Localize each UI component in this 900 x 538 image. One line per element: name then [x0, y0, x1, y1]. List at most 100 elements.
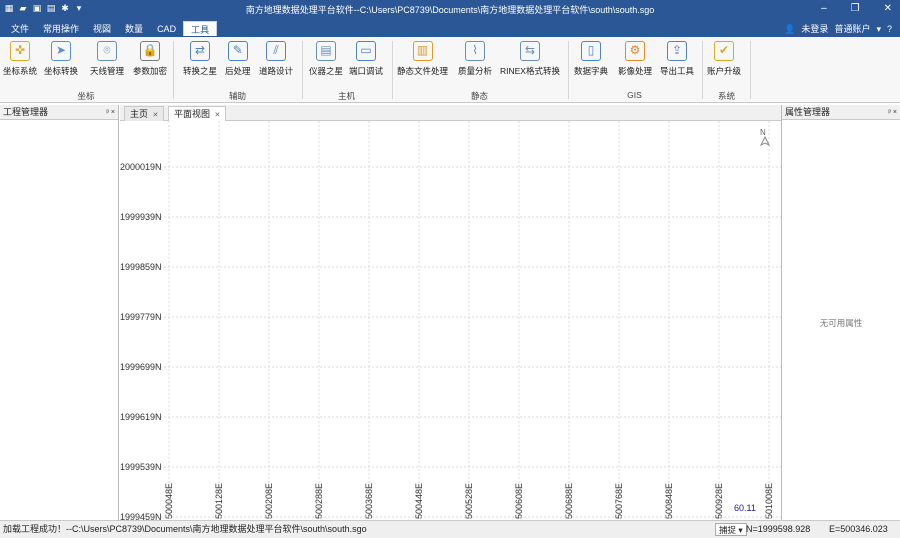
account-type[interactable]: 普通账户	[834, 23, 870, 35]
close-button[interactable]: ✕	[884, 1, 892, 17]
panel-pin-close-icon[interactable]: ᵖ ×	[888, 105, 897, 120]
property-manager-header: 属性管理器 ᵖ ×	[782, 105, 900, 120]
ribbon-group-label: 辅助	[228, 91, 246, 101]
x-axis-label: 500848E	[664, 483, 674, 519]
project-manager-title: 工程管理器	[3, 107, 49, 117]
east-coordinate: E=500346.023	[829, 524, 888, 534]
y-axis-label: 2000019N	[120, 162, 162, 172]
menu-item-0[interactable]: 文件	[4, 23, 36, 36]
account-dropdown-icon[interactable]: ▾	[876, 23, 881, 35]
ribbon-tool-icon: ▤	[316, 41, 336, 61]
x-axis-label: 500368E	[364, 483, 374, 519]
x-axis-label: 500128E	[214, 483, 224, 519]
y-axis-label: 1999539N	[120, 462, 162, 472]
ribbon-tool-icon: ✜	[10, 41, 30, 61]
menu-item-5[interactable]: 工具	[183, 21, 218, 36]
ribbon-tool-icon: ▯	[581, 41, 601, 61]
window-controls: – ❐ ✕	[821, 1, 892, 17]
ribbon-button-label: 坐标系统	[3, 66, 38, 76]
ribbon-button-label: 影像处理	[618, 66, 653, 76]
ribbon-tool-icon: ⌾	[97, 41, 117, 61]
help-icon[interactable]: ?	[887, 23, 892, 35]
ribbon-group-label: 坐标	[77, 91, 95, 101]
ribbon-button-2-0[interactable]: ▤ 仪器之星	[309, 41, 343, 85]
tab-close-icon[interactable]: ✕	[153, 112, 159, 119]
ribbon-button-label: 质量分析	[458, 66, 493, 76]
y-axis-label: 1999699N	[120, 362, 162, 372]
document-tabs: 主页 ✕ 平面视图 ✕	[120, 105, 781, 121]
plan-view-canvas[interactable]: 500048E 500128E 500208E 500288E 500368E 50044…	[120, 121, 781, 520]
tab-plan-view[interactable]: 平面视图 ✕	[168, 106, 227, 121]
menu-item-3[interactable]: 数量	[118, 23, 150, 36]
ribbon-toolbar: ✜ 坐标系统 ➤ 坐标转换 ⌾ 天线管理 🔒 参数加密坐标 ⇄ 转换之星 ✎ 后处理 ⫽ 道路设计辅助 ▤ 仪…	[0, 37, 900, 103]
coordinate-grid: 500048E 500128E 500208E 500288E 500368E 50044…	[120, 121, 781, 520]
minimize-button[interactable]: –	[821, 1, 827, 17]
login-link[interactable]: 未登录	[801, 23, 828, 35]
tab-home[interactable]: 主页 ✕	[124, 106, 165, 121]
ribbon-tool-icon: ✎	[227, 41, 248, 61]
ribbon-button-0-2[interactable]: ⌾ 天线管理	[90, 41, 124, 85]
ribbon-button-label: 仪器之星	[309, 66, 344, 76]
ribbon-button-3-2[interactable]: ⇆ RINEX格式转换	[500, 41, 560, 85]
tab-close-icon[interactable]: ✕	[215, 112, 221, 119]
main-menu: 文件 常用操作 视図 数量 CAD 工具	[4, 21, 218, 36]
property-manager-title: 属性管理器	[785, 107, 831, 117]
ribbon-button-3-1[interactable]: ⌇ 质量分析	[458, 41, 492, 85]
x-axis-label: 500608E	[514, 483, 524, 519]
ribbon-button-3-0[interactable]: ▥ 静态文件处理	[397, 41, 448, 85]
ribbon-group-separator	[173, 41, 174, 99]
ribbon-button-label: 转换之星	[183, 66, 218, 76]
title-bar: ▦ ▰ ▣ ▤ ✱ ▾ 南方地理数据处理平台软件--C:\Users\PC873…	[0, 0, 900, 19]
ribbon-button-1-0[interactable]: ⇄ 转换之星	[183, 41, 217, 85]
x-axis-label: 500288E	[314, 483, 324, 519]
ribbon-button-label: 静态文件处理	[397, 66, 449, 76]
ribbon-button-label: 导出工具	[660, 66, 695, 76]
ribbon-tool-icon: 🔒	[140, 41, 160, 61]
ribbon-button-1-1[interactable]: ✎ 后处理	[225, 41, 251, 85]
ribbon-button-2-1[interactable]: ▭ 端口调试	[349, 41, 383, 85]
y-axis-label: 1999779N	[120, 312, 162, 322]
ribbon-tool-icon: ⫽	[266, 41, 286, 61]
ribbon-button-1-2[interactable]: ⫽ 道路设计	[259, 41, 293, 85]
ribbon-tool-icon: ▭	[356, 41, 376, 61]
ribbon-button-0-0[interactable]: ✜ 坐标系统	[3, 41, 37, 85]
status-bar: 加载工程成功！--C:\Users\PC8739\Documents\南方地理数…	[0, 520, 900, 538]
ribbon-button-0-3[interactable]: 🔒 参数加密	[133, 41, 167, 85]
scale-label: 60.11	[734, 503, 756, 513]
ribbon-tool-icon: ✔	[714, 41, 734, 61]
restore-button[interactable]: ❐	[851, 1, 860, 17]
menu-item-1[interactable]: 常用操作	[36, 23, 86, 36]
project-manager-header: 工程管理器 ᵖ ×	[0, 105, 118, 120]
ribbon-group-label: 主机	[337, 91, 355, 101]
ribbon-group-label: 系统	[717, 91, 735, 101]
snap-dropdown[interactable]: 捕捉 ▾	[715, 523, 747, 536]
ribbon-button-label: 天线管理	[90, 66, 125, 76]
ribbon-button-label: 端口调试	[349, 66, 384, 76]
ribbon-button-4-1[interactable]: ⚙ 影像处理	[618, 41, 652, 85]
menu-item-4[interactable]: CAD	[150, 23, 183, 36]
ribbon-button-label: 账户升级	[707, 66, 742, 76]
x-axis-label: 500928E	[714, 483, 724, 519]
ribbon-tool-icon: ⇆	[519, 41, 540, 61]
ribbon-tool-icon: ⇄	[190, 41, 210, 61]
ribbon-group-separator	[750, 41, 751, 99]
x-axis-label: 500048E	[164, 483, 174, 519]
ribbon-button-5-0[interactable]: ✔ 账户升级	[707, 41, 741, 85]
ribbon-tool-icon: ⌇	[465, 41, 485, 61]
ribbon-button-4-2[interactable]: ⇪ 导出工具	[660, 41, 694, 85]
x-axis-label: 501008E	[764, 483, 774, 519]
panel-pin-close-icon[interactable]: ᵖ ×	[106, 105, 115, 120]
tab-plan-view-label: 平面视图	[174, 109, 211, 119]
ribbon-tool-icon: ➤	[51, 41, 71, 61]
menu-item-2[interactable]: 视図	[86, 23, 118, 36]
ribbon-button-0-1[interactable]: ➤ 坐标转换	[44, 41, 78, 85]
y-axis-label: 1999459N	[120, 512, 162, 520]
x-axis-label: 500688E	[564, 483, 574, 519]
ribbon-group-label: GIS	[627, 90, 642, 100]
ribbon-button-4-0[interactable]: ▯ 数据字典	[574, 41, 608, 85]
ribbon-tool-icon: ▥	[412, 41, 433, 61]
ribbon-tool-icon: ⇪	[667, 41, 687, 61]
y-axis-label: 1999939N	[120, 212, 162, 222]
ribbon-group-label: 静态	[470, 91, 488, 101]
user-icon: 👤	[784, 24, 796, 34]
